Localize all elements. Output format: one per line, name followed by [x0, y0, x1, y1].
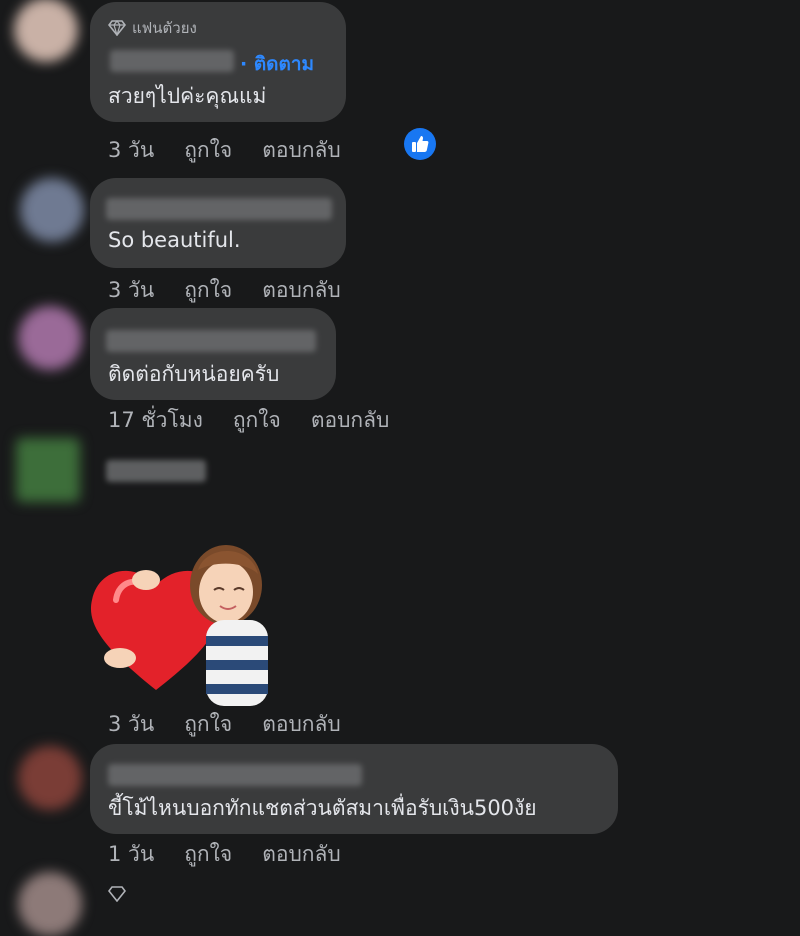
reply-button[interactable]: ตอบกลับ	[262, 274, 341, 307]
comment-actions: 3 วัน ถูกใจ ตอบกลับ	[108, 274, 341, 307]
timestamp[interactable]: 17 ชั่วโมง	[108, 404, 203, 437]
top-fan-badge: แฟนตัวยง	[108, 16, 197, 40]
like-button[interactable]: ถูกใจ	[184, 708, 232, 741]
reply-button[interactable]: ตอบกลับ	[262, 838, 341, 871]
avatar[interactable]	[18, 872, 82, 936]
follow-link[interactable]: · ติดตาม	[240, 49, 314, 79]
comment-actions: 3 วัน ถูกใจ ตอบกลับ	[108, 708, 341, 741]
comment-actions: 3 วัน ถูกใจ ตอบกลับ	[108, 134, 341, 167]
like-button[interactable]: ถูกใจ	[184, 838, 232, 871]
timestamp[interactable]: 3 วัน	[108, 134, 154, 167]
comment-bubble: ติดต่อกับหน่อยครับ	[90, 308, 336, 400]
timestamp[interactable]: 1 วัน	[108, 838, 154, 871]
comment-text: So beautiful.	[108, 228, 241, 252]
thumbs-up-icon	[412, 136, 429, 152]
diamond-icon	[108, 886, 126, 902]
comment-bubble: ขี้โม้ไหนบอกทักแชตส่วนตัสมาเพื่อรับเงิน5…	[90, 744, 618, 834]
diamond-icon	[108, 20, 126, 36]
reply-button[interactable]: ตอบกลับ	[262, 134, 341, 167]
commenter-name[interactable]	[106, 460, 206, 482]
commenter-name[interactable]	[106, 198, 332, 220]
comment-bubble: แฟนตัวยง · ติดตาม สวยๆไปค่ะคุณแม่	[90, 2, 346, 122]
reply-button[interactable]: ตอบกลับ	[311, 404, 390, 437]
avatar[interactable]	[16, 438, 80, 502]
comment-actions: 17 ชั่วโมง ถูกใจ ตอบกลับ	[108, 404, 389, 437]
comment-actions: 1 วัน ถูกใจ ตอบกลับ	[108, 838, 341, 871]
comment-text: สวยๆไปค่ะคุณแม่	[108, 84, 267, 108]
commenter-name[interactable]	[110, 50, 234, 72]
like-button[interactable]: ถูกใจ	[184, 274, 232, 307]
avatar[interactable]	[18, 746, 82, 810]
like-reaction-icon[interactable]	[404, 128, 436, 160]
comment-text: ขี้โม้ไหนบอกทักแชตส่วนตัสมาเพื่อรับเงิน5…	[108, 796, 537, 820]
like-button[interactable]: ถูกใจ	[233, 404, 281, 437]
commenter-name[interactable]	[106, 330, 316, 352]
reply-button[interactable]: ตอบกลับ	[262, 708, 341, 741]
avatar[interactable]	[14, 0, 78, 62]
avatar[interactable]	[20, 178, 84, 242]
timestamp[interactable]: 3 วัน	[108, 274, 154, 307]
like-button[interactable]: ถูกใจ	[184, 134, 232, 167]
comment-text: ติดต่อกับหน่อยครับ	[108, 362, 280, 386]
badge-label: แฟนตัวยง	[132, 19, 197, 37]
comment-bubble: So beautiful.	[90, 178, 346, 268]
commenter-name[interactable]	[108, 764, 362, 786]
heart-hug-sticker	[90, 545, 268, 706]
timestamp[interactable]: 3 วัน	[108, 708, 154, 741]
avatar[interactable]	[18, 306, 82, 370]
